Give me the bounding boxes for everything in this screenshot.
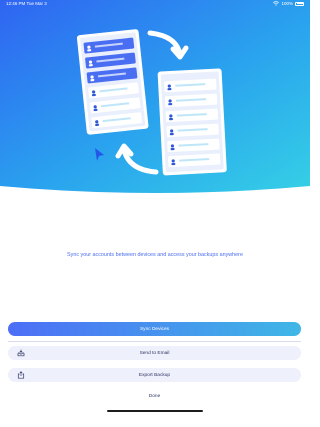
done-label: Done (148, 393, 161, 399)
done-button[interactable]: Done (8, 389, 301, 403)
status-date: Tue Mar 3 (26, 1, 47, 6)
status-time: 12:46 PM (6, 1, 26, 6)
home-indicator (107, 410, 203, 412)
left-device-illustration (76, 29, 149, 135)
hero-illustration (0, 0, 310, 193)
sync-devices-label: Sync Devices (139, 326, 170, 332)
status-right: 100% (273, 1, 304, 6)
divider (8, 341, 301, 342)
send-to-email-button[interactable]: Send to Email (8, 346, 301, 360)
battery-icon (295, 1, 304, 6)
status-bar: 12:46 PM Tue Mar 3 100% (0, 0, 310, 8)
sync-devices-button[interactable]: Sync Devices (8, 322, 301, 336)
right-device-illustration (157, 68, 227, 176)
export-backup-button[interactable]: Export Backup (8, 368, 301, 382)
battery-percent: 100% (281, 1, 293, 6)
wifi-icon (273, 1, 280, 6)
status-time-date: 12:46 PM Tue Mar 3 (6, 1, 47, 6)
export-backup-label: Export Backup (138, 372, 171, 378)
inbox-tray-icon (17, 349, 25, 357)
send-to-email-label: Send to Email (139, 350, 170, 356)
sync-screen: 12:46 PM Tue Mar 3 100% Sync your accoun… (0, 0, 310, 427)
share-upload-icon (17, 371, 25, 379)
tagline-text: Sync your accounts between devices and a… (67, 252, 243, 258)
